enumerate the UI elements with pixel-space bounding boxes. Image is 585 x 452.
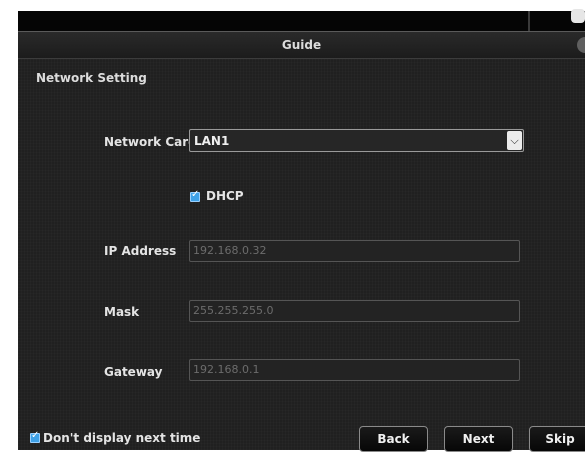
top-bar xyxy=(18,11,585,31)
dhcp-label: DHCP xyxy=(206,189,244,203)
dhcp-checkbox[interactable] xyxy=(190,189,200,202)
next-button[interactable]: Next xyxy=(444,426,513,452)
dont-display-label: Don't display next time xyxy=(43,431,201,445)
window-handle[interactable] xyxy=(571,9,585,23)
top-window-strip xyxy=(0,0,585,11)
guide-dialog: Guide Network Setting Network Card LAN1 … xyxy=(18,31,585,452)
ip-address-field[interactable]: 192.168.0.32 xyxy=(189,240,520,262)
mask-label: Mask xyxy=(104,305,140,319)
network-card-select[interactable]: LAN1 ⌵ xyxy=(189,129,524,152)
top-bar-divider xyxy=(528,11,530,31)
back-button[interactable]: Back xyxy=(359,426,428,452)
dont-display-checkbox[interactable] xyxy=(30,430,40,443)
gateway-label: Gateway xyxy=(104,365,163,379)
ip-address-label: IP Address xyxy=(104,244,177,258)
dialog-title: Guide xyxy=(281,38,322,52)
gateway-field[interactable]: 192.168.0.1 xyxy=(189,359,520,381)
chevron-down-icon[interactable]: ⌵ xyxy=(507,131,522,150)
mask-field[interactable]: 255.255.255.0 xyxy=(189,300,520,322)
dialog-title-bar: Guide xyxy=(18,31,585,59)
section-title: Network Setting xyxy=(36,71,147,85)
skip-button[interactable]: Skip xyxy=(529,426,585,452)
network-card-value: LAN1 xyxy=(194,134,230,148)
network-card-label: Network Card xyxy=(104,135,197,149)
